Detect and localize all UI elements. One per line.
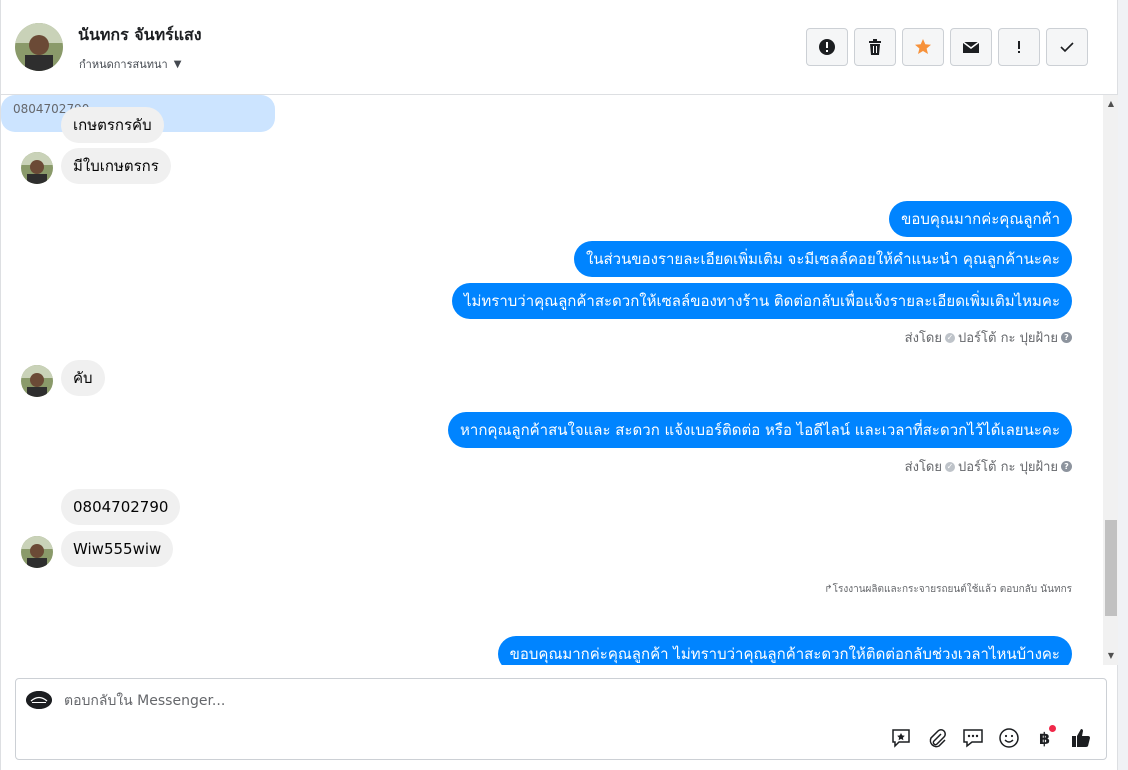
outgoing-message: ในส่วนของรายละเอียดเพิ่มเติม จะมีเซลล์คอ… [573, 241, 1072, 277]
help-icon[interactable]: ? [1061, 461, 1072, 472]
caret-down-icon: ▼ [173, 58, 182, 70]
outgoing-message: หากคุณลูกค้าสนใจและ สะดวก แจ้งเบอร์ติดต่… [448, 412, 1072, 448]
sender-name[interactable]: ปอร์โต้ กะ ปุยฝ้าย [958, 327, 1058, 348]
sender-name[interactable]: ปอร์โต้ กะ ปุยฝ้าย [958, 456, 1058, 477]
emoji-button[interactable] [996, 725, 1022, 751]
composer-tools: ฿ [888, 725, 1094, 751]
emoji-icon [999, 728, 1019, 748]
sent-by-prefix: ส่งโดย [904, 460, 942, 475]
message-list[interactable]: เกษตรกรคับ มีใบเกษตรกร ขอบคุณมากค่ะคุณลู… [1, 95, 1103, 665]
attachment-icon [929, 729, 946, 748]
sent-by-label: ส่งโดย ✓ ปอร์โต้ กะ ปุยฝ้าย ? [905, 327, 1072, 348]
verified-icon: ✓ [945, 332, 955, 343]
contact-avatar-small [21, 365, 53, 397]
follow-up-button[interactable] [998, 28, 1040, 66]
mark-done-button[interactable] [1046, 28, 1088, 66]
follow-up-icon [1018, 41, 1020, 53]
payment-button[interactable]: ฿ [1032, 725, 1058, 751]
sent-by-label: ส่งโดย ✓ ปอร์โต้ กะ ปุยฝ้าย ? [905, 456, 1072, 477]
attach-button[interactable] [924, 725, 950, 751]
like-icon [1072, 729, 1090, 747]
assign-conversation-dropdown[interactable]: กำหนดการสนทนา ▼ [79, 55, 181, 73]
contact-name[interactable]: นันทกร จันทร์แสง [78, 23, 202, 48]
conversation-panel: นันทกร จันทร์แสง กำหนดการสนทนา ▼ เกษตรกร… [0, 0, 1119, 770]
saved-reply-icon [892, 729, 910, 748]
scroll-down-arrow[interactable]: ▼ [1103, 651, 1119, 661]
conversation-header: นันทกร จันทร์แสง กำหนดการสนทนา ▼ [1, 0, 1119, 95]
saved-replies-button[interactable] [888, 725, 914, 751]
mark-spam-button[interactable] [806, 28, 848, 66]
trash-icon [869, 39, 881, 55]
incoming-message: Wiw555wiw [61, 531, 174, 567]
spam-icon [819, 39, 835, 55]
outgoing-message: ขอบคุณมากค่ะคุณลูกค้า ไม่ทราบว่าคุณลูกค้… [497, 636, 1072, 665]
reply-arrow-icon: ↱ [824, 584, 833, 595]
scroll-up-arrow[interactable]: ▲ [1103, 99, 1119, 109]
incoming-message: คับ [61, 360, 105, 396]
svg-text:฿: ฿ [1039, 729, 1050, 748]
verified-icon: ✓ [945, 461, 955, 472]
star-icon [915, 39, 931, 54]
assign-label: กำหนดการสนทนา [79, 58, 168, 71]
page-logo [26, 691, 52, 709]
outgoing-message: ขอบคุณมากค่ะคุณลูกค้า [889, 201, 1072, 237]
like-button[interactable] [1068, 725, 1094, 751]
reply-composer: ฿ [15, 678, 1107, 760]
delete-button[interactable] [854, 28, 896, 66]
chat-icon [963, 729, 983, 748]
header-actions [806, 28, 1088, 66]
scroll-thumb[interactable] [1105, 520, 1117, 616]
sent-by-prefix: ส่งโดย [904, 331, 942, 346]
contact-avatar-small [21, 152, 53, 184]
contact-avatar-small [21, 536, 53, 568]
incoming-message: เกษตรกรคับ [61, 107, 164, 143]
help-icon[interactable]: ? [1061, 332, 1072, 343]
contact-avatar[interactable] [15, 23, 63, 71]
star-button[interactable] [902, 28, 944, 66]
reply-input[interactable] [64, 691, 964, 711]
incoming-message: 0804702790 [61, 489, 181, 525]
window-edge [1118, 0, 1128, 770]
mark-unread-button[interactable] [950, 28, 992, 66]
check-icon [1060, 42, 1074, 53]
outgoing-message: ไม่ทราบว่าคุณลูกค้าสะดวกให้เซลล์ของทางร้… [451, 283, 1072, 319]
reply-note-text: โรงงานผลิตและกระจายรถยนต์ใช้แล้ว ตอบกลับ… [832, 584, 1072, 595]
chat-button[interactable] [960, 725, 986, 751]
incoming-message: มีใบเกษตรกร [61, 148, 171, 184]
message-scrollbar[interactable]: ▲ ▼ [1103, 95, 1119, 665]
reply-context-note: ↱โรงงานผลิตและกระจายรถยนต์ใช้แล้ว ตอบกลั… [824, 582, 1072, 597]
notification-dot [1049, 725, 1056, 732]
envelope-icon [962, 41, 980, 53]
